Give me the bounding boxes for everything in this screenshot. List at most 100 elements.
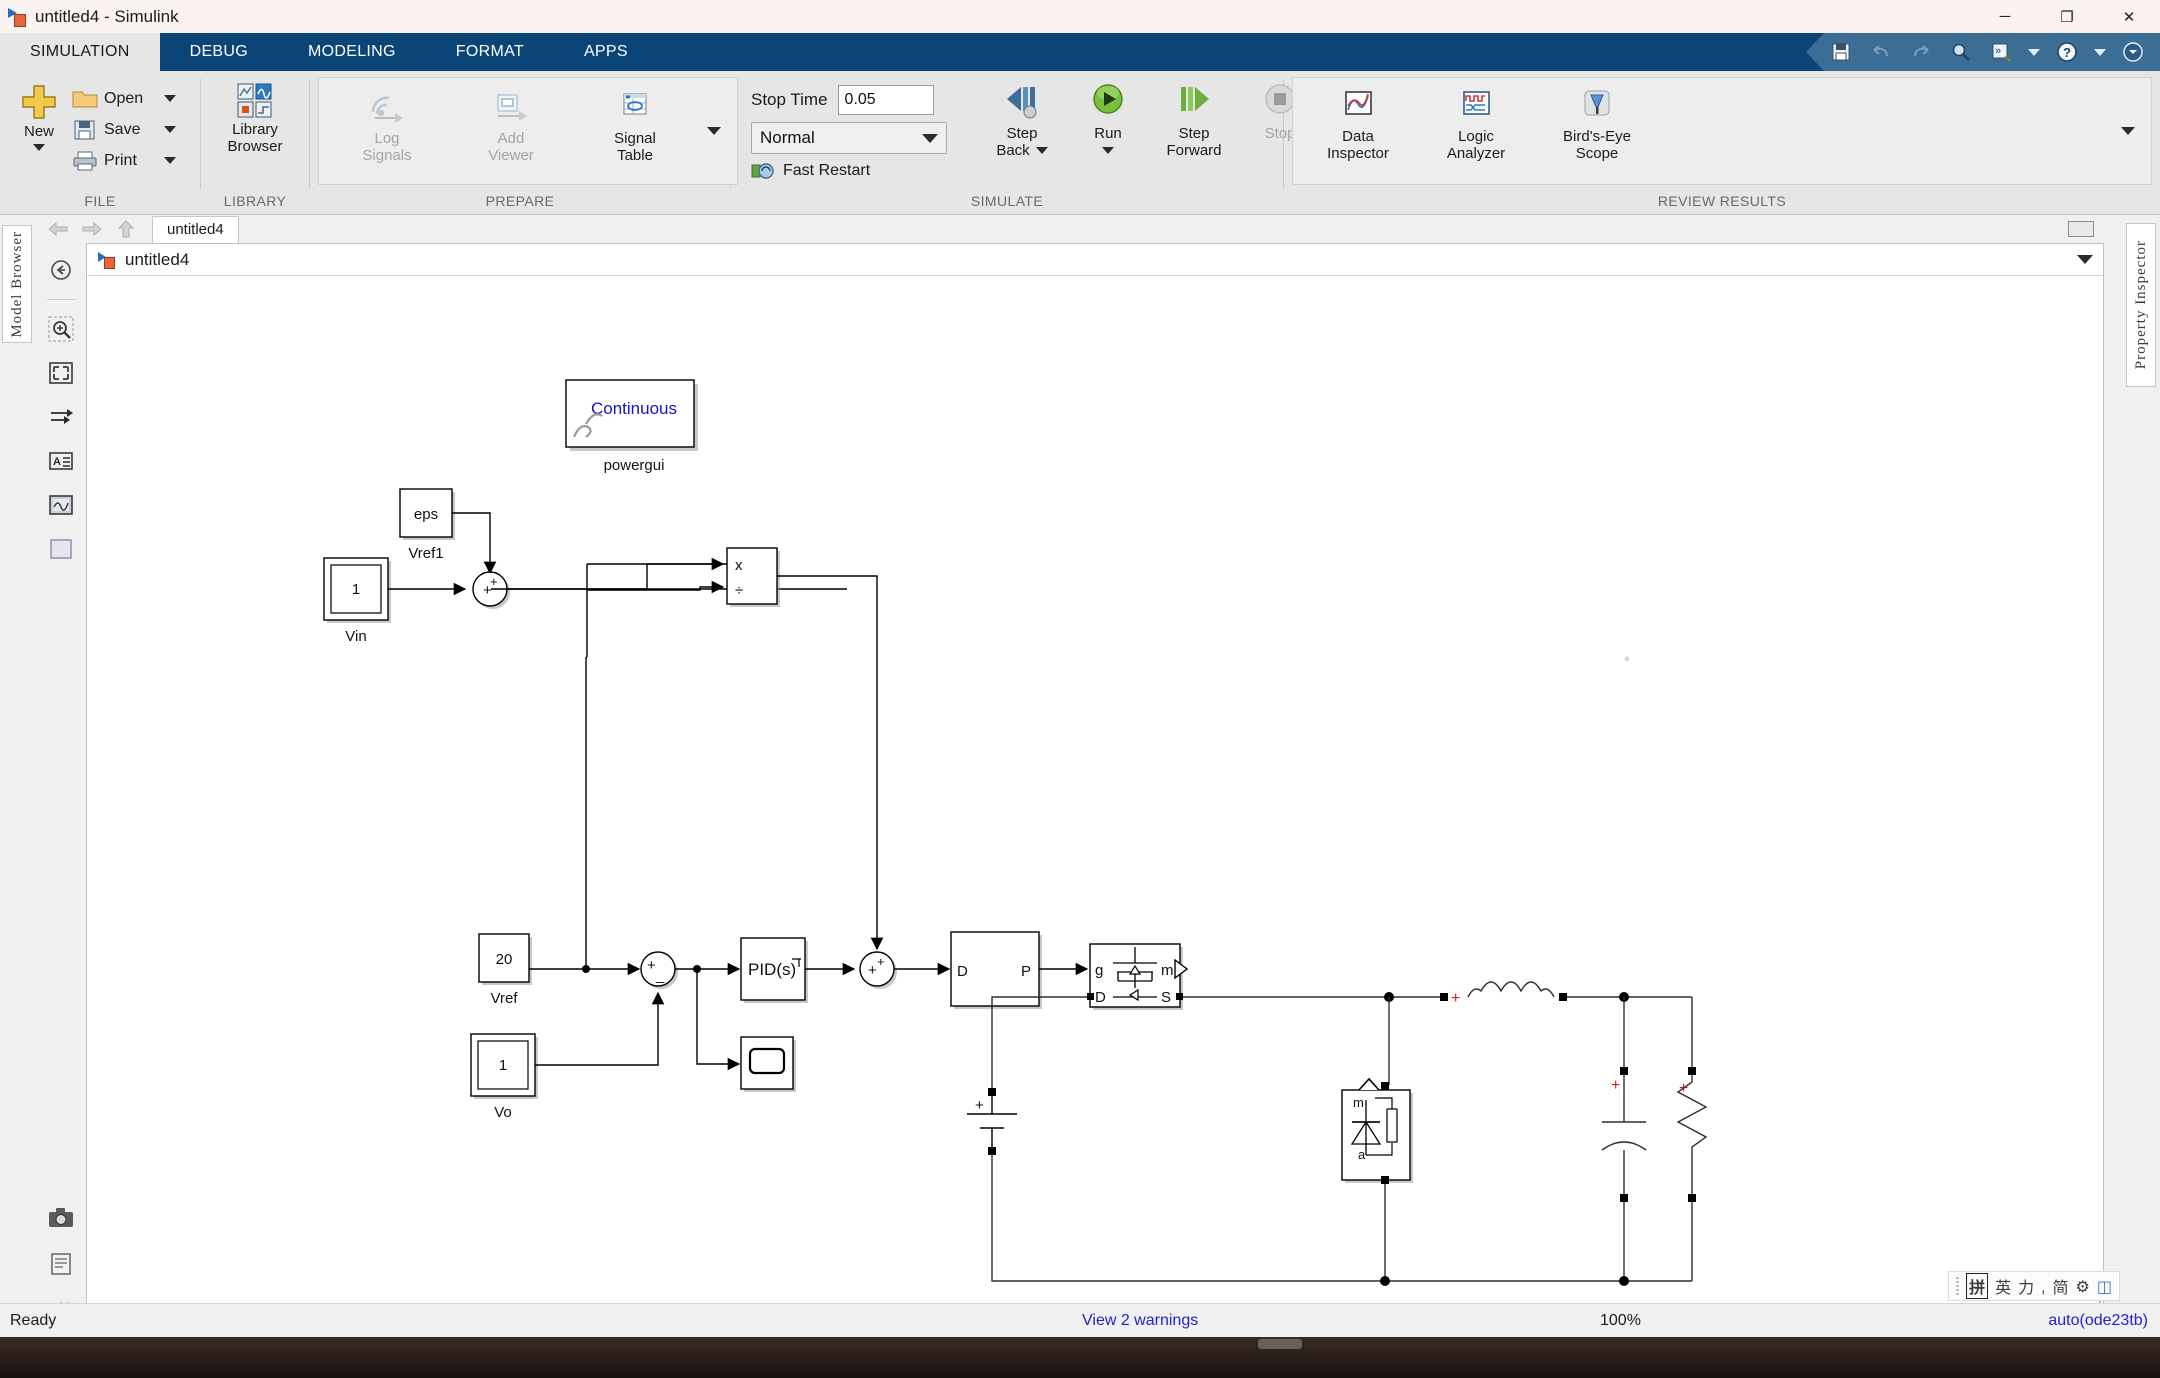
wire-vref1-to-sum1 xyxy=(452,512,497,575)
signal-routing-icon[interactable] xyxy=(46,402,76,432)
block-vref1[interactable]: eps Vref1 xyxy=(399,488,455,562)
save-icon[interactable] xyxy=(1828,39,1854,65)
minimize-button[interactable]: ─ xyxy=(1974,0,2036,33)
log-signals-button[interactable]: Log Signals xyxy=(325,82,449,164)
property-inspector-panel-tab[interactable]: Property Inspector xyxy=(2126,223,2156,387)
simulation-mode-select[interactable]: Normal xyxy=(751,122,947,154)
zoom-region-icon[interactable] xyxy=(46,314,76,344)
fit-to-view-icon[interactable] xyxy=(46,358,76,388)
run-chevron-down-icon[interactable] xyxy=(1102,147,1114,154)
search-icon[interactable] xyxy=(1948,39,1974,65)
tab-apps[interactable]: APPS xyxy=(554,33,658,71)
powergui-label: powergui xyxy=(604,457,665,474)
prepare-expander-chevron-down-icon[interactable] xyxy=(707,127,721,135)
save-button[interactable]: Save xyxy=(70,114,176,145)
open-chevron-down-icon[interactable] xyxy=(164,95,176,102)
print-chevron-down-icon[interactable] xyxy=(164,157,176,164)
block-vin[interactable]: 1 Vin xyxy=(323,557,391,645)
block-vo[interactable]: 1 Vo xyxy=(470,1033,538,1121)
print-label: Print xyxy=(104,151,137,169)
ime-settings-gear-icon[interactable]: ⚙ xyxy=(2076,1277,2090,1296)
breadcrumb-chevron-down-icon[interactable] xyxy=(2077,255,2093,264)
ime-language-bar[interactable]: 拼 英 力 ˌ 简 ⚙ ◫ xyxy=(1948,1271,2120,1301)
tab-debug[interactable]: DEBUG xyxy=(160,33,278,71)
ribbon: New Open Save Print FILE Library Browser… xyxy=(0,71,2160,215)
model-tab-untitled4[interactable]: untitled4 xyxy=(152,215,239,243)
window-title: untitled4 - Simulink xyxy=(35,6,179,26)
logic-analyzer-label-1: Logic xyxy=(1458,128,1494,145)
block-powergui[interactable]: Continuous powergui xyxy=(565,379,698,474)
fast-restart-toggle[interactable]: Fast Restart xyxy=(751,161,947,181)
library-browser-label-line2: Browser xyxy=(227,138,283,155)
redo-icon[interactable] xyxy=(1908,39,1934,65)
birds-eye-scope-button[interactable]: Bird's-Eye Scope xyxy=(1535,82,1659,180)
forward-arrow-icon[interactable] xyxy=(76,217,108,241)
block-mosfet[interactable]: g m D S xyxy=(1087,943,1189,1010)
print-preview-icon[interactable] xyxy=(46,1249,76,1279)
block-dc-voltage-source[interactable]: + xyxy=(967,1088,1017,1155)
ime-mode-simplified[interactable]: 简 xyxy=(2053,1274,2069,1298)
back-arrow-icon[interactable] xyxy=(42,217,74,241)
add-viewer-button[interactable]: Add Viewer xyxy=(449,82,573,164)
step-forward-button[interactable]: Step Forward xyxy=(1151,77,1237,159)
block-sum-duty[interactable]: + + xyxy=(859,951,897,989)
stop-time-input[interactable] xyxy=(837,85,934,115)
close-button[interactable]: ✕ xyxy=(2098,0,2160,33)
subsystem-icon[interactable] xyxy=(46,534,76,564)
window-controls: ─ ❐ ✕ xyxy=(1974,0,2160,33)
data-inspector-button[interactable]: Data Inspector xyxy=(1299,82,1417,180)
maximize-button[interactable]: ❐ xyxy=(2036,0,2098,33)
help-chevron-down-icon[interactable] xyxy=(2094,48,2106,56)
logic-analyzer-button[interactable]: Logic Analyzer xyxy=(1417,82,1535,180)
block-divide[interactable]: x ÷ xyxy=(726,547,780,607)
block-resistor[interactable]: + xyxy=(1676,1067,1708,1202)
step-back-chevron-down-icon[interactable] xyxy=(1035,147,1048,154)
favorites-chevron-down-icon[interactable] xyxy=(2028,48,2040,56)
step-forward-label-1: Step xyxy=(1178,125,1210,142)
undo-icon[interactable] xyxy=(1868,39,1894,65)
new-chevron-down-icon[interactable] xyxy=(33,144,45,151)
data-inspector-label-1: Data xyxy=(1342,128,1374,145)
block-vref[interactable]: 20 Vref xyxy=(478,933,532,1007)
favorites-icon[interactable]: » xyxy=(1988,39,2014,65)
status-zoom-level[interactable]: 100% xyxy=(1600,1312,1641,1330)
tab-simulation[interactable]: SIMULATION xyxy=(0,33,160,71)
tab-modeling[interactable]: MODELING xyxy=(278,33,426,71)
ime-mode-pinyin[interactable]: 拼 xyxy=(1966,1273,1989,1299)
up-arrow-icon[interactable] xyxy=(110,217,142,241)
new-button[interactable]: New xyxy=(8,77,70,151)
status-warnings-link[interactable]: View 2 warnings xyxy=(1082,1312,1198,1330)
open-button[interactable]: Open xyxy=(70,83,176,114)
simulation-mode-chevron-down-icon[interactable] xyxy=(922,133,938,143)
ime-drag-handle[interactable] xyxy=(1956,1277,1960,1295)
review-expander-chevron-down-icon[interactable] xyxy=(2121,127,2135,135)
block-diode[interactable]: m a xyxy=(1341,1077,1413,1184)
block-capacitor[interactable]: + xyxy=(1601,1067,1647,1202)
block-sum-error[interactable]: + _ xyxy=(640,951,678,989)
library-browser-button[interactable]: Library Browser xyxy=(212,77,298,155)
block-pid-controller[interactable]: PID(s) xyxy=(740,937,808,1003)
model-canvas[interactable]: Continuous powergui eps Vref1 1 Vin + + … xyxy=(87,277,2103,1306)
tab-format[interactable]: FORMAT xyxy=(426,33,554,71)
annotation-icon[interactable]: A xyxy=(46,446,76,476)
ime-mode-english[interactable]: 英 xyxy=(1995,1274,2011,1298)
ime-mode-shape[interactable]: 力 xyxy=(2018,1274,2034,1298)
scope-view-icon[interactable] xyxy=(46,490,76,520)
block-scope-error[interactable] xyxy=(740,1036,796,1092)
signal-table-button[interactable]: Signal Table xyxy=(573,82,697,164)
run-button[interactable]: Run xyxy=(1065,77,1151,154)
step-back-button[interactable]: Step Back xyxy=(979,77,1065,159)
capacitor-polarity: + xyxy=(1611,1077,1620,1094)
save-chevron-down-icon[interactable] xyxy=(164,126,176,133)
model-browser-panel-tab[interactable]: Model Browser xyxy=(2,225,32,343)
ime-mode-punct[interactable]: ˌ xyxy=(2041,1277,2045,1296)
ime-expand-icon[interactable]: ◫ xyxy=(2097,1277,2112,1296)
block-sum-vin-eps[interactable]: + + xyxy=(472,571,510,609)
help-icon[interactable]: ? xyxy=(2054,39,2080,65)
camera-icon[interactable] xyxy=(46,1203,76,1233)
navigate-back-icon[interactable] xyxy=(46,255,76,285)
mosfet-port-d: D xyxy=(1095,989,1106,1006)
status-solver[interactable]: auto(ode23tb) xyxy=(2048,1312,2148,1330)
print-button[interactable]: Print xyxy=(70,145,176,176)
minimize-ribbon-icon[interactable] xyxy=(2120,39,2146,65)
